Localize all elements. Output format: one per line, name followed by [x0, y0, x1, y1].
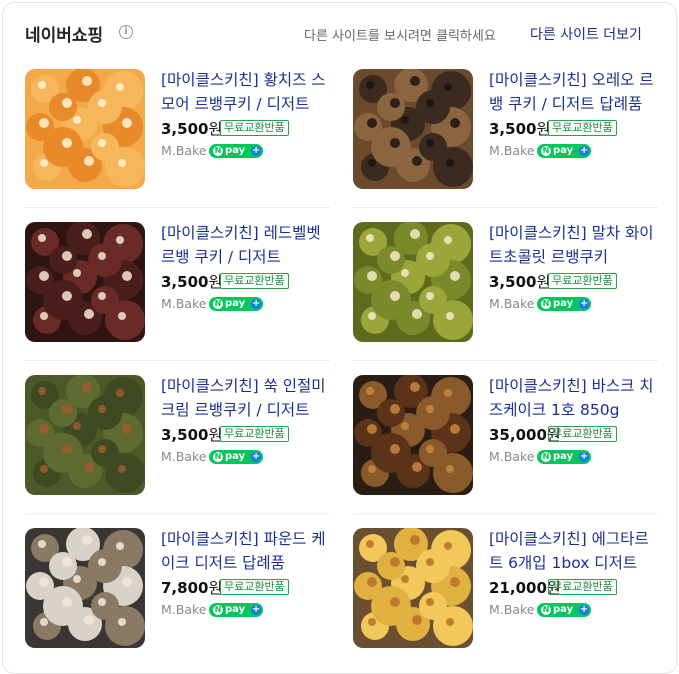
row-divider — [25, 207, 330, 208]
plus-icon: + — [251, 451, 262, 462]
product-thumbnail[interactable] — [25, 222, 145, 342]
product-item[interactable]: [마이클스키친] 황치즈 스모어 르뱅쿠키 / 디저트 3,500원 무료교환반… — [25, 69, 330, 191]
product-name[interactable]: [마이클스키친] 황치즈 스모어 르뱅쿠키 / 디저트 — [161, 68, 331, 116]
row-divider — [353, 360, 658, 361]
product-thumbnail[interactable] — [353, 528, 473, 648]
free-return-badge: 무료교환반품 — [220, 120, 289, 136]
product-item[interactable]: [마이클스키친] 오레오 르뱅 쿠키 / 디저트 답례품 3,500원 무료교환… — [353, 69, 658, 191]
product-name[interactable]: [마이클스키친] 레드벨벳 르뱅 쿠키 / 디저트 — [161, 221, 331, 269]
hint-text: 다른 사이트를 보시려면 클릭하세요 — [304, 29, 496, 44]
npay-icon: N — [541, 605, 551, 615]
seller-name[interactable]: M.Bake — [489, 143, 534, 158]
npay-badge: Npay + — [537, 603, 592, 617]
plus-icon: + — [579, 451, 590, 462]
plus-icon: + — [251, 145, 262, 156]
npay-badge: Npay + — [209, 297, 264, 311]
product-price: 3,500원 — [489, 120, 551, 138]
seller-name[interactable]: M.Bake — [161, 143, 206, 158]
product-item[interactable]: [마이클스키친] 쑥 인절미크림 르뱅쿠키 / 디저트 3,500원 무료교환반… — [25, 375, 330, 497]
product-name[interactable]: [마이클스키친] 바스크 치즈케이크 1호 850g — [489, 374, 659, 422]
free-return-badge: 무료교환반품 — [220, 426, 289, 442]
npay-icon: N — [541, 146, 551, 156]
npay-icon: N — [213, 146, 223, 156]
plus-icon: + — [579, 145, 590, 156]
plus-icon: + — [579, 298, 590, 309]
free-return-badge: 무료교환반품 — [548, 273, 617, 289]
product-item[interactable]: [마이클스키친] 파운드 케이크 디저트 답례품 7,800원 무료교환반품 M… — [25, 528, 330, 650]
npay-icon: N — [541, 299, 551, 309]
free-return-badge: 무료교환반품 — [220, 273, 289, 289]
plus-icon: + — [251, 604, 262, 615]
npay-badge: Npay + — [209, 144, 264, 158]
product-thumbnail[interactable] — [353, 222, 473, 342]
product-thumbnail[interactable] — [25, 375, 145, 495]
free-return-badge: 무료교환반품 — [548, 120, 617, 136]
product-name[interactable]: [마이클스키친] 쑥 인절미크림 르뱅쿠키 / 디저트 — [161, 374, 331, 422]
npay-badge: Npay + — [209, 603, 264, 617]
npay-icon: N — [541, 452, 551, 462]
seller-name[interactable]: M.Bake — [489, 296, 534, 311]
seller-name[interactable]: M.Bake — [161, 296, 206, 311]
seller-name[interactable]: M.Bake — [489, 602, 534, 617]
product-name[interactable]: [마이클스키친] 오레오 르뱅 쿠키 / 디저트 답례품 — [489, 68, 659, 116]
product-thumbnail[interactable] — [353, 375, 473, 495]
product-name[interactable]: [마이클스키친] 에그타르트 6개입 1box 디저트 — [489, 527, 659, 575]
info-icon[interactable]: i — [119, 25, 133, 39]
product-thumbnail[interactable] — [25, 69, 145, 189]
more-sites-link[interactable]: 다른 사이트 더보기 — [530, 24, 642, 44]
npay-icon: N — [213, 605, 223, 615]
product-item[interactable]: [마이클스키친] 바스크 치즈케이크 1호 850g 35,000원 무료교환반… — [353, 375, 658, 497]
row-divider — [353, 207, 658, 208]
product-item[interactable]: [마이클스키친] 레드벨벳 르뱅 쿠키 / 디저트 3,500원 무료교환반품 … — [25, 222, 330, 344]
row-divider — [25, 360, 330, 361]
product-thumbnail[interactable] — [353, 69, 473, 189]
free-return-badge: 무료교환반품 — [220, 579, 289, 595]
seller-name[interactable]: M.Bake — [161, 449, 206, 464]
free-return-badge: 무료교환반품 — [548, 579, 617, 595]
seller-name[interactable]: M.Bake — [161, 602, 206, 617]
npay-badge: Npay + — [209, 450, 264, 464]
row-divider — [353, 513, 658, 514]
plus-icon: + — [251, 298, 262, 309]
product-price: 7,800원 — [161, 579, 223, 597]
product-item[interactable]: [마이클스키친] 말차 화이트초콜릿 르뱅쿠키 3,500원 무료교환반품 M.… — [353, 222, 658, 344]
product-price: 3,500원 — [489, 273, 551, 291]
free-return-badge: 무료교환반품 — [548, 426, 617, 442]
plus-icon: + — [579, 604, 590, 615]
npay-badge: Npay + — [537, 450, 592, 464]
product-name[interactable]: [마이클스키친] 파운드 케이크 디저트 답례품 — [161, 527, 331, 575]
row-divider — [25, 513, 330, 514]
product-price: 3,500원 — [161, 120, 223, 138]
seller-name[interactable]: M.Bake — [489, 449, 534, 464]
npay-badge: Npay + — [537, 144, 592, 158]
npay-icon: N — [213, 452, 223, 462]
product-price: 3,500원 — [161, 426, 223, 444]
npay-icon: N — [213, 299, 223, 309]
section-title: 네이버쇼핑 — [25, 26, 104, 46]
npay-badge: Npay + — [537, 297, 592, 311]
product-price: 3,500원 — [161, 273, 223, 291]
product-name[interactable]: [마이클스키친] 말차 화이트초콜릿 르뱅쿠키 — [489, 221, 659, 269]
product-item[interactable]: [마이클스키친] 에그타르트 6개입 1box 디저트 21,000원 무료교환… — [353, 528, 658, 650]
product-thumbnail[interactable] — [25, 528, 145, 648]
